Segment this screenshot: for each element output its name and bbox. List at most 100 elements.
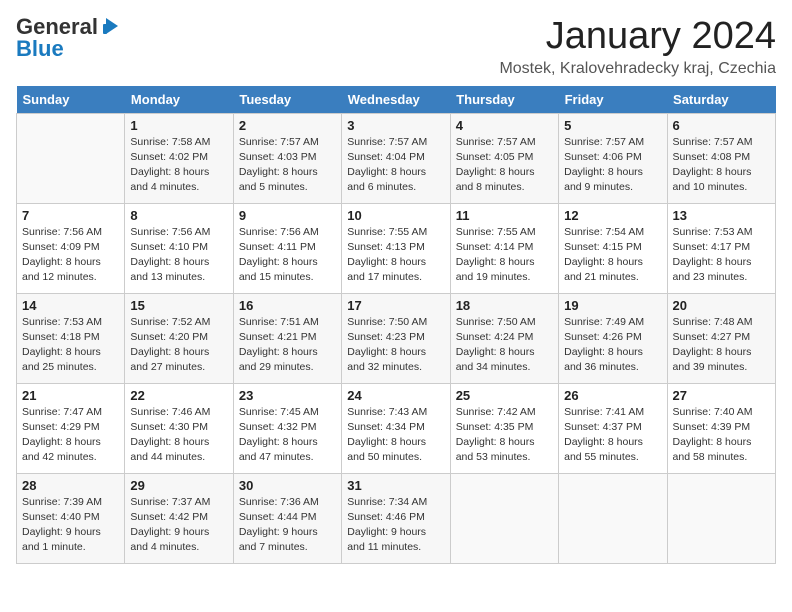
day-info: Sunrise: 7:55 AMSunset: 4:13 PMDaylight:… <box>347 225 444 286</box>
day-number: 30 <box>239 478 336 493</box>
day-info: Sunrise: 7:56 AMSunset: 4:10 PMDaylight:… <box>130 225 227 286</box>
day-info: Sunrise: 7:50 AMSunset: 4:23 PMDaylight:… <box>347 315 444 376</box>
day-cell <box>450 473 558 563</box>
day-number: 31 <box>347 478 444 493</box>
weekday-header-sunday: Sunday <box>17 86 125 114</box>
week-row-5: 28Sunrise: 7:39 AMSunset: 4:40 PMDayligh… <box>17 473 776 563</box>
day-cell: 15 Sunrise: 7:52 AMSunset: 4:20 PMDayligh… <box>125 293 233 383</box>
day-number: 3 <box>347 118 444 133</box>
day-number: 28 <box>22 478 119 493</box>
day-cell <box>17 113 125 203</box>
day-cell: 26 Sunrise: 7:41 AMSunset: 4:37 PMDayligh… <box>559 383 667 473</box>
day-info: Sunrise: 7:58 AMSunset: 4:02 PMDaylight:… <box>130 135 227 196</box>
day-info: Sunrise: 7:47 AMSunset: 4:29 PMDaylight:… <box>22 405 119 466</box>
day-number: 29 <box>130 478 227 493</box>
day-cell: 14 Sunrise: 7:53 AMSunset: 4:18 PMDayligh… <box>17 293 125 383</box>
day-cell: 30 Sunrise: 7:36 AMSunset: 4:44 PMDayligh… <box>233 473 341 563</box>
day-info: Sunrise: 7:52 AMSunset: 4:20 PMDaylight:… <box>130 315 227 376</box>
day-cell: 7 Sunrise: 7:56 AMSunset: 4:09 PMDaylight… <box>17 203 125 293</box>
day-number: 9 <box>239 208 336 223</box>
day-info: Sunrise: 7:49 AMSunset: 4:26 PMDaylight:… <box>564 315 661 376</box>
day-info: Sunrise: 7:56 AMSunset: 4:09 PMDaylight:… <box>22 225 119 286</box>
weekday-header-monday: Monday <box>125 86 233 114</box>
calendar-body: 1 Sunrise: 7:58 AMSunset: 4:02 PMDaylight… <box>17 113 776 563</box>
day-info: Sunrise: 7:57 AMSunset: 4:06 PMDaylight:… <box>564 135 661 196</box>
day-number: 16 <box>239 298 336 313</box>
day-number: 26 <box>564 388 661 403</box>
day-info: Sunrise: 7:40 AMSunset: 4:39 PMDaylight:… <box>673 405 770 466</box>
day-info: Sunrise: 7:46 AMSunset: 4:30 PMDaylight:… <box>130 405 227 466</box>
day-cell <box>667 473 775 563</box>
day-number: 25 <box>456 388 553 403</box>
logo-blue-text: Blue <box>16 38 64 60</box>
day-number: 14 <box>22 298 119 313</box>
day-cell: 23Sunrise: 7:45 AMSunset: 4:32 PMDayligh… <box>233 383 341 473</box>
day-info: Sunrise: 7:57 AMSunset: 4:08 PMDaylight:… <box>673 135 770 196</box>
day-cell: 6 Sunrise: 7:57 AMSunset: 4:08 PMDaylight… <box>667 113 775 203</box>
day-number: 18 <box>456 298 553 313</box>
day-info: Sunrise: 7:53 AMSunset: 4:18 PMDaylight:… <box>22 315 119 376</box>
day-cell: 11 Sunrise: 7:55 AMSunset: 4:14 PMDayligh… <box>450 203 558 293</box>
day-cell: 19Sunrise: 7:49 AMSunset: 4:26 PMDayligh… <box>559 293 667 383</box>
day-info: Sunrise: 7:45 AMSunset: 4:32 PMDaylight:… <box>239 405 336 466</box>
day-number: 15 <box>130 298 227 313</box>
week-row-1: 1 Sunrise: 7:58 AMSunset: 4:02 PMDaylight… <box>17 113 776 203</box>
calendar-title: January 2024 <box>499 16 776 58</box>
day-cell: 2 Sunrise: 7:57 AMSunset: 4:03 PMDaylight… <box>233 113 341 203</box>
day-info: Sunrise: 7:41 AMSunset: 4:37 PMDaylight:… <box>564 405 661 466</box>
day-cell: 4 Sunrise: 7:57 AMSunset: 4:05 PMDaylight… <box>450 113 558 203</box>
day-number: 7 <box>22 208 119 223</box>
day-cell: 10Sunrise: 7:55 AMSunset: 4:13 PMDayligh… <box>342 203 450 293</box>
day-info: Sunrise: 7:57 AMSunset: 4:03 PMDaylight:… <box>239 135 336 196</box>
day-cell: 29 Sunrise: 7:37 AMSunset: 4:42 PMDayligh… <box>125 473 233 563</box>
day-cell: 25Sunrise: 7:42 AMSunset: 4:35 PMDayligh… <box>450 383 558 473</box>
day-number: 1 <box>130 118 227 133</box>
day-number: 27 <box>673 388 770 403</box>
day-cell: 8 Sunrise: 7:56 AMSunset: 4:10 PMDaylight… <box>125 203 233 293</box>
day-info: Sunrise: 7:37 AMSunset: 4:42 PMDaylight:… <box>130 495 227 556</box>
day-cell: 17Sunrise: 7:50 AMSunset: 4:23 PMDayligh… <box>342 293 450 383</box>
weekday-header-row: SundayMondayTuesdayWednesdayThursdayFrid… <box>17 86 776 114</box>
weekday-header-thursday: Thursday <box>450 86 558 114</box>
logo-general-text: General <box>16 16 98 38</box>
day-info: Sunrise: 7:56 AMSunset: 4:11 PMDaylight:… <box>239 225 336 286</box>
day-cell: 5Sunrise: 7:57 AMSunset: 4:06 PMDaylight… <box>559 113 667 203</box>
day-cell: 31 Sunrise: 7:34 AMSunset: 4:46 PMDayligh… <box>342 473 450 563</box>
day-info: Sunrise: 7:36 AMSunset: 4:44 PMDaylight:… <box>239 495 336 556</box>
calendar-table: SundayMondayTuesdayWednesdayThursdayFrid… <box>16 86 776 564</box>
day-info: Sunrise: 7:57 AMSunset: 4:04 PMDaylight:… <box>347 135 444 196</box>
calendar-subtitle: Mostek, Kralovehradecky kraj, Czechia <box>499 60 776 78</box>
day-cell: 28Sunrise: 7:39 AMSunset: 4:40 PMDayligh… <box>17 473 125 563</box>
day-cell: 16Sunrise: 7:51 AMSunset: 4:21 PMDayligh… <box>233 293 341 383</box>
day-number: 12 <box>564 208 661 223</box>
day-cell: 22 Sunrise: 7:46 AMSunset: 4:30 PMDayligh… <box>125 383 233 473</box>
day-cell: 20Sunrise: 7:48 AMSunset: 4:27 PMDayligh… <box>667 293 775 383</box>
day-number: 11 <box>456 208 553 223</box>
day-cell: 24 Sunrise: 7:43 AMSunset: 4:34 PMDayligh… <box>342 383 450 473</box>
day-info: Sunrise: 7:57 AMSunset: 4:05 PMDaylight:… <box>456 135 553 196</box>
day-number: 8 <box>130 208 227 223</box>
day-number: 20 <box>673 298 770 313</box>
day-cell: 27 Sunrise: 7:40 AMSunset: 4:39 PMDayligh… <box>667 383 775 473</box>
day-number: 2 <box>239 118 336 133</box>
day-cell: 1 Sunrise: 7:58 AMSunset: 4:02 PMDaylight… <box>125 113 233 203</box>
weekday-header-tuesday: Tuesday <box>233 86 341 114</box>
day-cell: 9 Sunrise: 7:56 AMSunset: 4:11 PMDaylight… <box>233 203 341 293</box>
day-number: 24 <box>347 388 444 403</box>
day-info: Sunrise: 7:34 AMSunset: 4:46 PMDaylight:… <box>347 495 444 556</box>
day-info: Sunrise: 7:43 AMSunset: 4:34 PMDaylight:… <box>347 405 444 466</box>
logo: General Blue <box>16 16 122 60</box>
week-row-3: 14 Sunrise: 7:53 AMSunset: 4:18 PMDayligh… <box>17 293 776 383</box>
day-cell: 21Sunrise: 7:47 AMSunset: 4:29 PMDayligh… <box>17 383 125 473</box>
day-cell <box>559 473 667 563</box>
day-number: 22 <box>130 388 227 403</box>
day-info: Sunrise: 7:53 AMSunset: 4:17 PMDaylight:… <box>673 225 770 286</box>
weekday-header-wednesday: Wednesday <box>342 86 450 114</box>
day-info: Sunrise: 7:50 AMSunset: 4:24 PMDaylight:… <box>456 315 553 376</box>
day-cell: 12Sunrise: 7:54 AMSunset: 4:15 PMDayligh… <box>559 203 667 293</box>
week-row-2: 7 Sunrise: 7:56 AMSunset: 4:09 PMDaylight… <box>17 203 776 293</box>
day-info: Sunrise: 7:55 AMSunset: 4:14 PMDaylight:… <box>456 225 553 286</box>
day-number: 6 <box>673 118 770 133</box>
day-number: 4 <box>456 118 553 133</box>
weekday-header-saturday: Saturday <box>667 86 775 114</box>
